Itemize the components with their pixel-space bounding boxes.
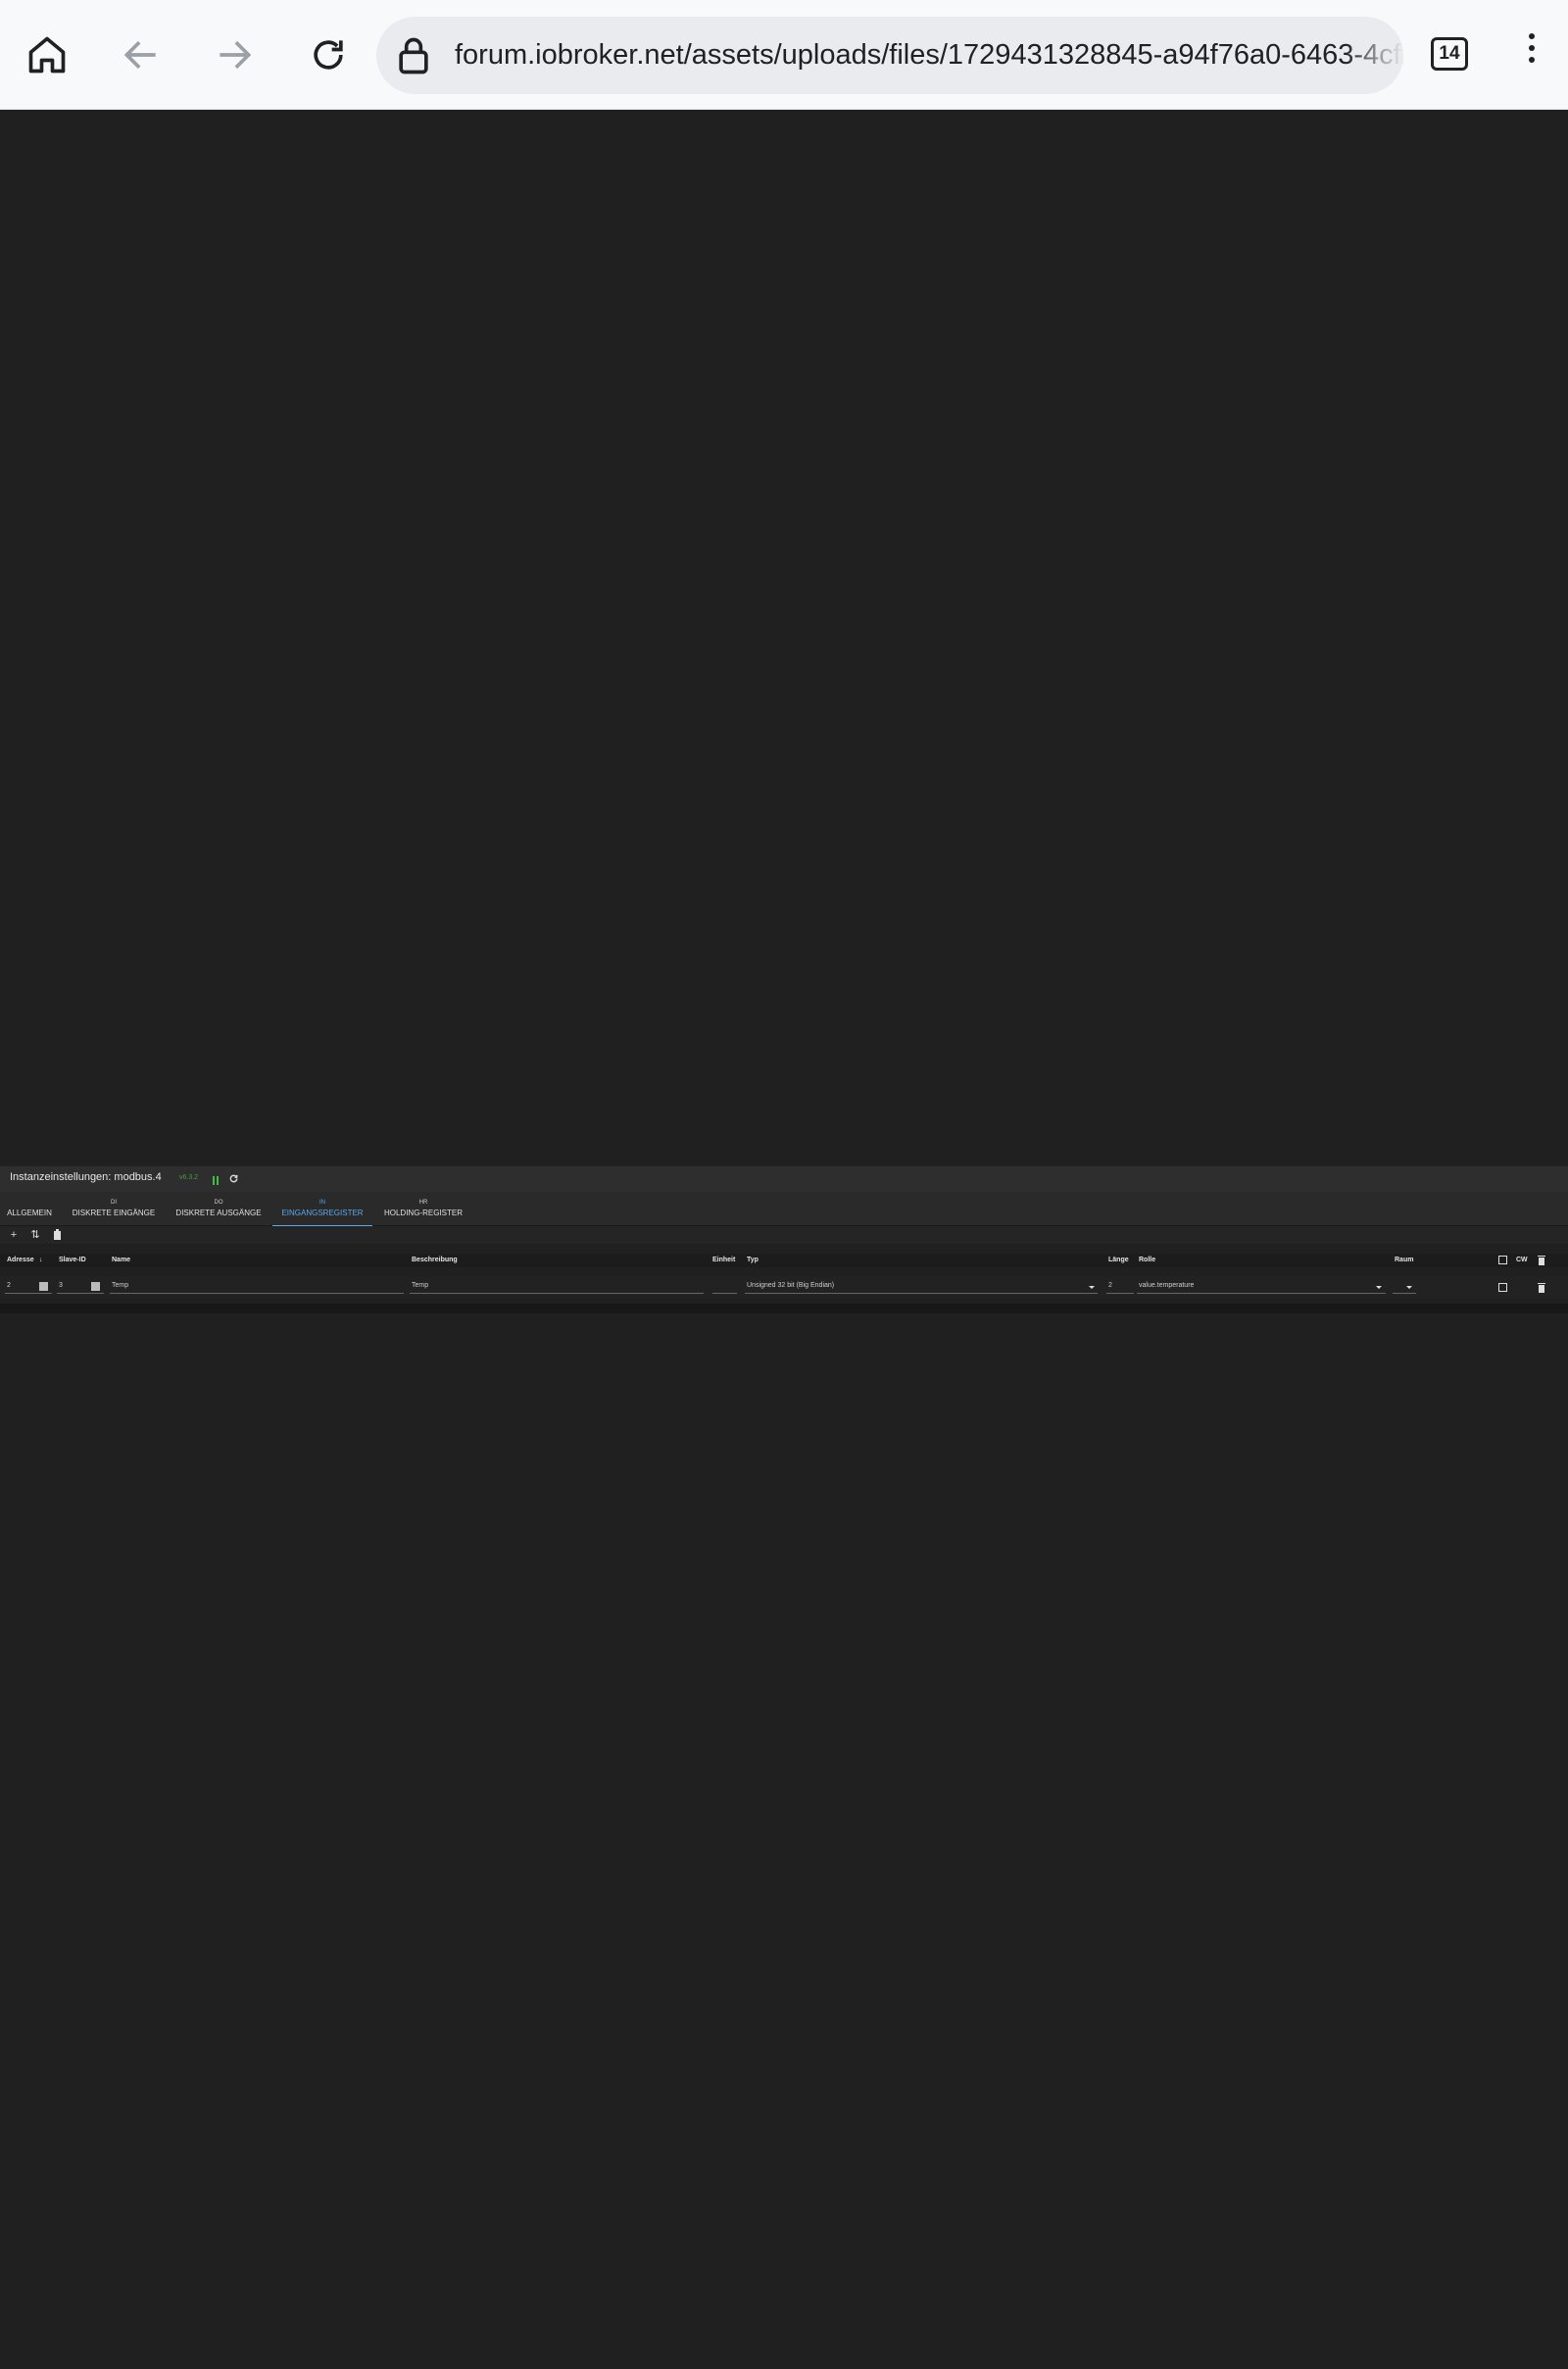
cell-slave-id[interactable]: 3 — [59, 1282, 63, 1289]
column-name[interactable]: Name — [112, 1257, 130, 1263]
address-bar[interactable]: forum.iobroker.net/assets/uploads/files/… — [376, 17, 1403, 94]
delete-row-icon[interactable] — [1538, 1283, 1545, 1293]
tab-allgemein[interactable]: ALLGEMEIN — [0, 1192, 59, 1225]
more-menu-icon[interactable] — [1517, 29, 1546, 80]
settings-tabs: ALLGEMEIN DI DISKRETE EINGÄNGE DO DISKRETE… — [0, 1192, 1568, 1227]
cell-beschreibung[interactable]: Temp — [412, 1282, 428, 1289]
column-einheit[interactable]: Einheit — [712, 1257, 735, 1263]
select-all-checkbox[interactable] — [1498, 1256, 1507, 1264]
table-header: Adresse ↓ Slave-ID Name Beschreibung Ein… — [0, 1254, 1568, 1267]
instance-status: v6.3.2 — [179, 1174, 199, 1181]
pause-icon[interactable] — [213, 1172, 222, 1185]
table-row: 2 3 Temp Temp Unsigned 32 bit (Big Endia… — [0, 1277, 1568, 1297]
column-cw[interactable]: CW — [1516, 1257, 1528, 1263]
home-icon[interactable] — [20, 27, 74, 82]
instance-title: Instanzeinstellungen: modbus.4 — [10, 1171, 162, 1183]
sort-down-icon: ↓ — [39, 1257, 43, 1263]
table-toolbar: + ⇅ — [0, 1226, 1568, 1244]
cell-adresse[interactable]: 2 — [7, 1282, 11, 1289]
tab-diskrete-ausgaenge[interactable]: DO DISKRETE AUSGÄNGE — [169, 1192, 269, 1225]
raum-dropdown-icon[interactable] — [1406, 1286, 1412, 1289]
column-adresse[interactable]: Adresse — [7, 1257, 34, 1263]
refresh-icon[interactable] — [228, 1171, 240, 1183]
embedded-screenshot: Instanzeinstellungen: modbus.4 v6.3.2 AL… — [0, 1166, 1568, 1313]
column-typ[interactable]: Typ — [747, 1257, 759, 1263]
back-arrow-icon[interactable] — [114, 27, 169, 82]
tab-eingangsregister[interactable]: IN EINGANGSREGISTER — [272, 1192, 372, 1227]
adresse-toggle[interactable] — [39, 1282, 48, 1291]
tab-holding-register[interactable]: HR HOLDING-REGISTER — [378, 1192, 468, 1225]
forward-arrow-icon[interactable] — [207, 27, 262, 82]
paste-icon[interactable] — [51, 1229, 63, 1241]
cell-name[interactable]: Temp — [112, 1282, 128, 1289]
delete-all-icon[interactable] — [1538, 1256, 1545, 1265]
column-beschreibung[interactable]: Beschreibung — [412, 1257, 458, 1263]
cell-laenge[interactable]: 2 — [1108, 1282, 1112, 1289]
typ-dropdown-icon[interactable] — [1089, 1286, 1095, 1289]
reload-icon[interactable] — [301, 27, 356, 82]
rolle-dropdown-icon[interactable] — [1376, 1286, 1382, 1289]
column-laenge[interactable]: Länge — [1108, 1257, 1129, 1263]
lock-icon — [392, 34, 435, 77]
column-raum[interactable]: Raum — [1395, 1257, 1413, 1263]
column-rolle[interactable]: Rolle — [1139, 1257, 1155, 1263]
add-icon[interactable]: + — [8, 1229, 20, 1241]
sort-icon[interactable]: ⇅ — [29, 1229, 41, 1241]
tab-switcher-button[interactable]: 14 — [1431, 37, 1468, 71]
cell-rolle[interactable]: value.temperature — [1139, 1282, 1194, 1289]
cell-typ[interactable]: Unsigned 32 bit (Big Endian) — [747, 1282, 834, 1289]
slave-id-toggle[interactable] — [91, 1282, 100, 1291]
column-slave-id[interactable]: Slave-ID — [59, 1257, 86, 1263]
instance-settings-header: Instanzeinstellungen: modbus.4 v6.3.2 — [0, 1166, 1568, 1192]
row-cw-checkbox[interactable] — [1498, 1283, 1507, 1292]
url-text: forum.iobroker.net/assets/uploads/files/… — [455, 39, 1403, 71]
tab-diskrete-eingaenge[interactable]: DI DISKRETE EINGÄNGE — [65, 1192, 163, 1225]
browser-toolbar: forum.iobroker.net/assets/uploads/files/… — [0, 0, 1568, 110]
